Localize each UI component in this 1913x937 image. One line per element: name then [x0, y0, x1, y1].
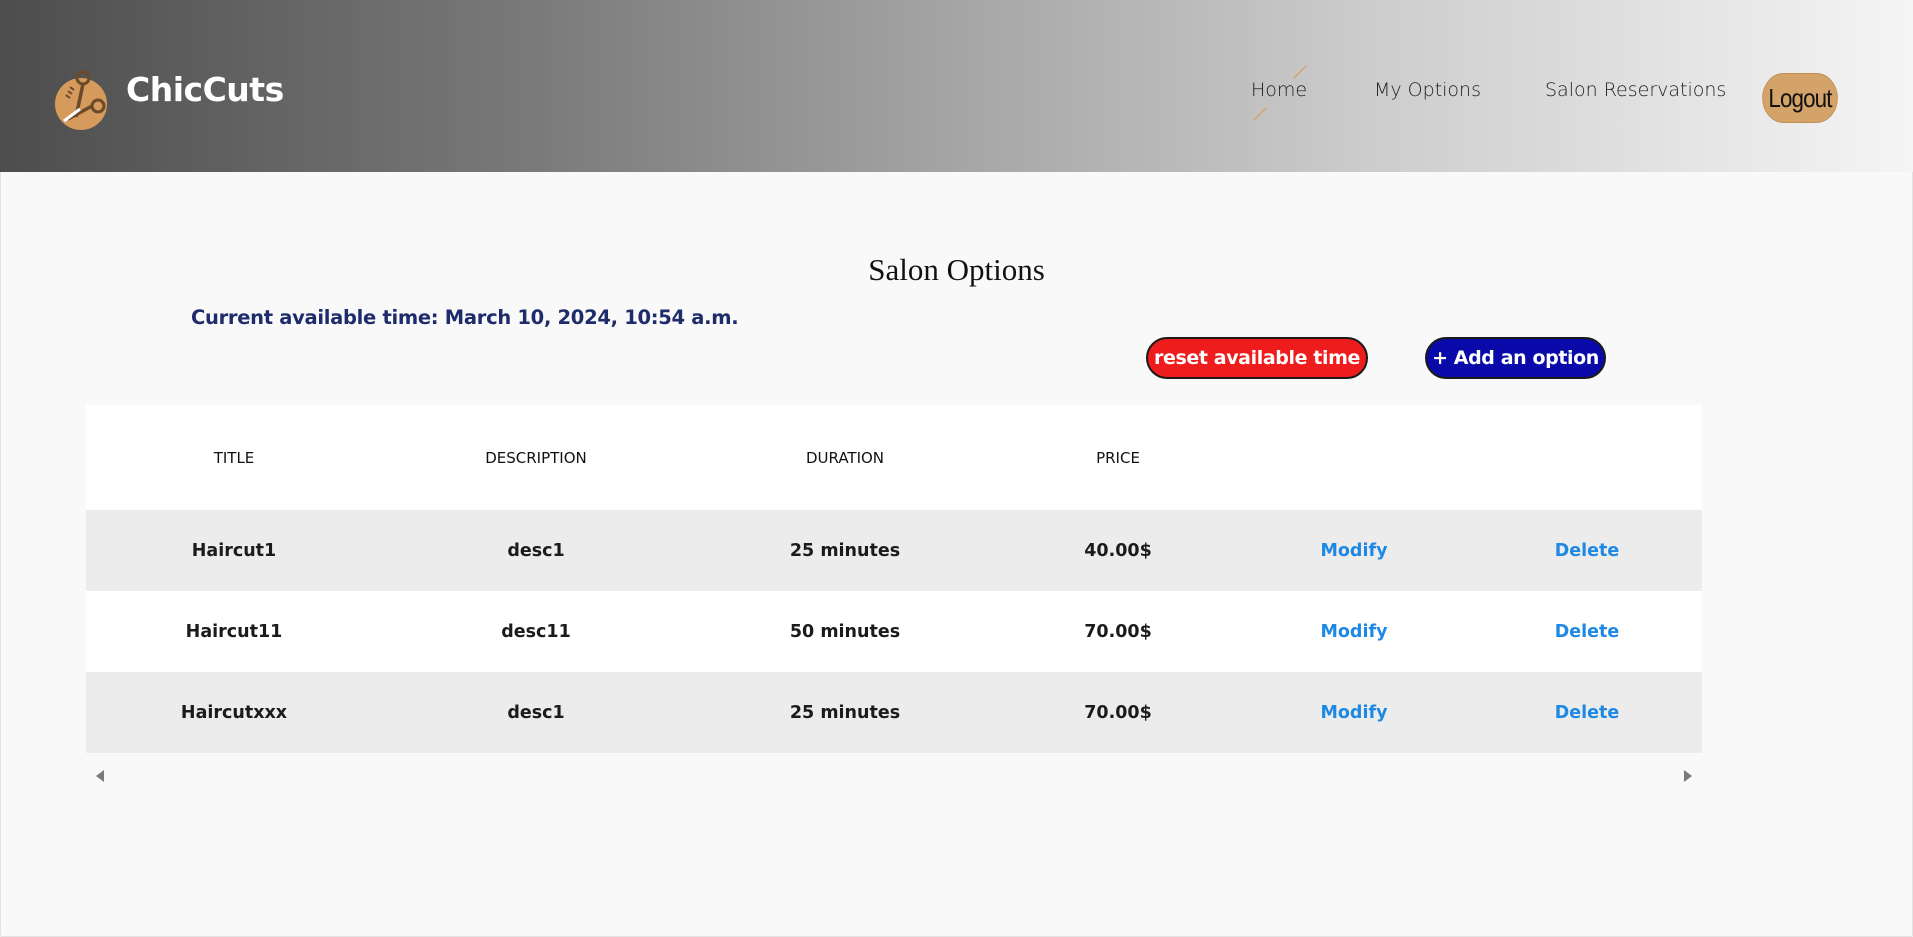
col-header-description: DESCRIPTION	[382, 405, 690, 510]
cell-title: Haircut1	[86, 510, 382, 591]
delete-link[interactable]: Delete	[1555, 622, 1620, 642]
cell-price: 70.00$	[1000, 672, 1236, 753]
col-header-title: TITLE	[86, 405, 382, 510]
cell-title: Haircut11	[86, 591, 382, 672]
options-table: TITLE DESCRIPTION DURATION PRICE Haircut…	[86, 405, 1702, 753]
col-header-duration: DURATION	[690, 405, 1000, 510]
add-option-button[interactable]: + Add an option	[1425, 337, 1606, 379]
cell-price: 40.00$	[1000, 510, 1236, 591]
cell-modify: Modify	[1236, 591, 1472, 672]
modify-link[interactable]: Modify	[1321, 703, 1388, 723]
cell-price: 70.00$	[1000, 591, 1236, 672]
cell-title: Haircutxxx	[86, 672, 382, 753]
nav-home[interactable]: Home	[1251, 79, 1307, 101]
cell-modify: Modify	[1236, 510, 1472, 591]
cell-duration: 50 minutes	[690, 591, 1000, 672]
cell-delete: Delete	[1472, 672, 1702, 753]
top-navbar: ChicCuts Home My Options Salon Reservati…	[0, 0, 1913, 172]
cell-delete: Delete	[1472, 591, 1702, 672]
brand-name[interactable]: ChicCuts	[126, 70, 284, 109]
modify-link[interactable]: Modify	[1321, 622, 1388, 642]
logout-button[interactable]: Logout	[1762, 73, 1838, 123]
table-row: Haircutxxx desc1 25 minutes 70.00$ Modif…	[86, 672, 1702, 753]
cell-description: desc1	[382, 510, 690, 591]
delete-link[interactable]: Delete	[1555, 541, 1620, 561]
scroll-left-arrow-icon[interactable]	[96, 770, 104, 782]
table-row: Haircut11 desc11 50 minutes 70.00$ Modif…	[86, 591, 1702, 672]
cell-modify: Modify	[1236, 672, 1472, 753]
available-time-text: Current available time: March 10, 2024, …	[191, 306, 739, 329]
nav-my-options[interactable]: My Options	[1374, 79, 1481, 101]
col-header-modify	[1236, 405, 1472, 510]
cell-duration: 25 minutes	[690, 672, 1000, 753]
col-header-delete	[1472, 405, 1702, 510]
delete-link[interactable]: Delete	[1555, 703, 1620, 723]
col-header-price: PRICE	[1000, 405, 1236, 510]
reset-available-time-button[interactable]: reset available time	[1146, 337, 1368, 379]
nav-salon-reservations[interactable]: Salon Reservations	[1545, 79, 1726, 101]
modify-link[interactable]: Modify	[1321, 541, 1388, 561]
options-table-container: TITLE DESCRIPTION DURATION PRICE Haircut…	[86, 405, 1702, 755]
scissors-comb-icon	[55, 70, 107, 130]
cell-delete: Delete	[1472, 510, 1702, 591]
scroll-right-arrow-icon[interactable]	[1684, 770, 1692, 782]
cell-duration: 25 minutes	[690, 510, 1000, 591]
table-header-row: TITLE DESCRIPTION DURATION PRICE	[86, 405, 1702, 510]
table-row: Haircut1 desc1 25 minutes 40.00$ Modify …	[86, 510, 1702, 591]
page-title: Salon Options	[868, 252, 1045, 287]
cell-description: desc11	[382, 591, 690, 672]
cell-description: desc1	[382, 672, 690, 753]
